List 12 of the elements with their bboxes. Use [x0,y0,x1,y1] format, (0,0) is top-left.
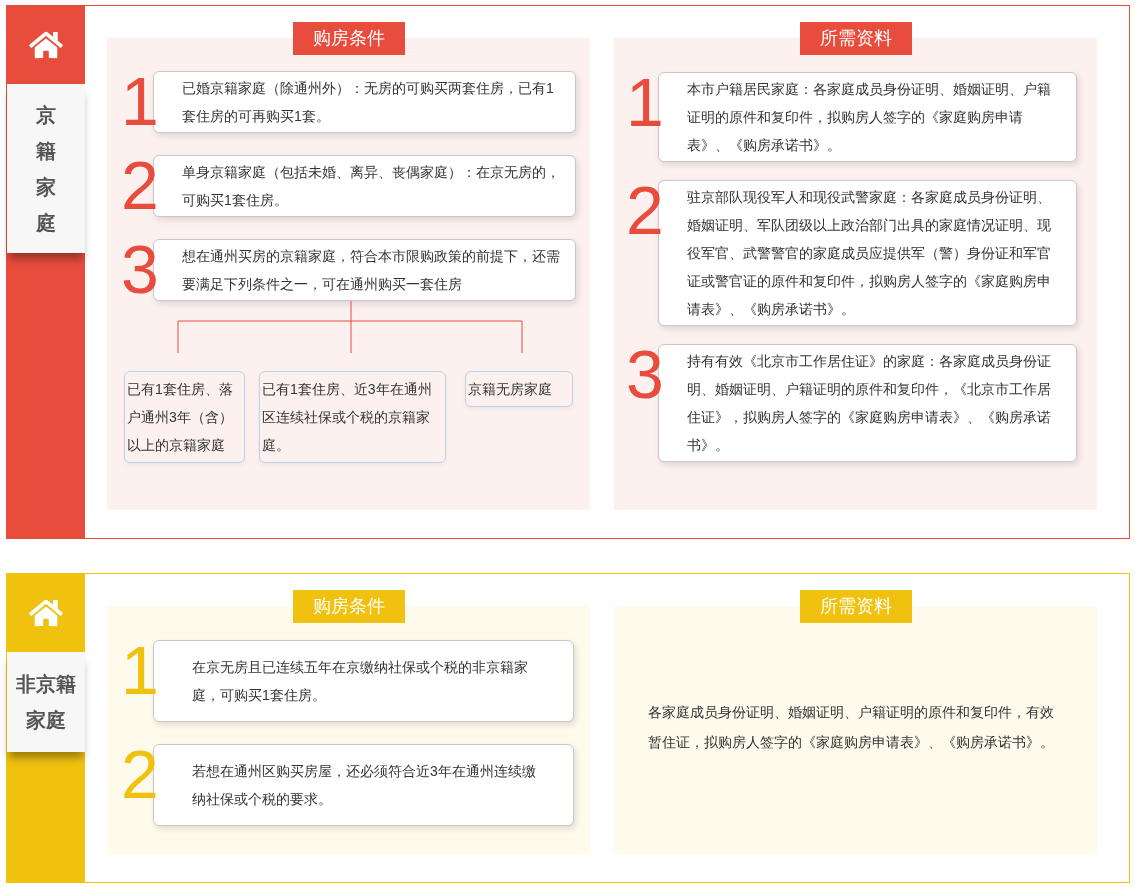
condition-option: 京籍无房家庭 [465,371,573,407]
section-title: 所需资料 [799,590,912,623]
category-label: 非京籍家庭 [7,652,85,752]
section-title: 购房条件 [292,22,405,55]
condition-option: 已有1套住房、落户通州3年（含）以上的京籍家庭 [124,371,245,463]
category-label: 京籍家庭 [7,84,85,253]
home-icon [29,30,63,60]
condition-option: 已有1套住房、近3年在通州区连续社保或个税的京籍家庭。 [259,371,446,463]
materials-text: 各家庭成员身份证明、婚姻证明、户籍证明的原件和复印件，有效暂住证，拟购房人签字的《家庭购房申请表》、《购房承诺书》。 [647,703,1055,752]
section-title: 购房条件 [292,590,405,623]
section-title: 所需资料 [799,22,912,55]
home-icon [29,598,63,628]
